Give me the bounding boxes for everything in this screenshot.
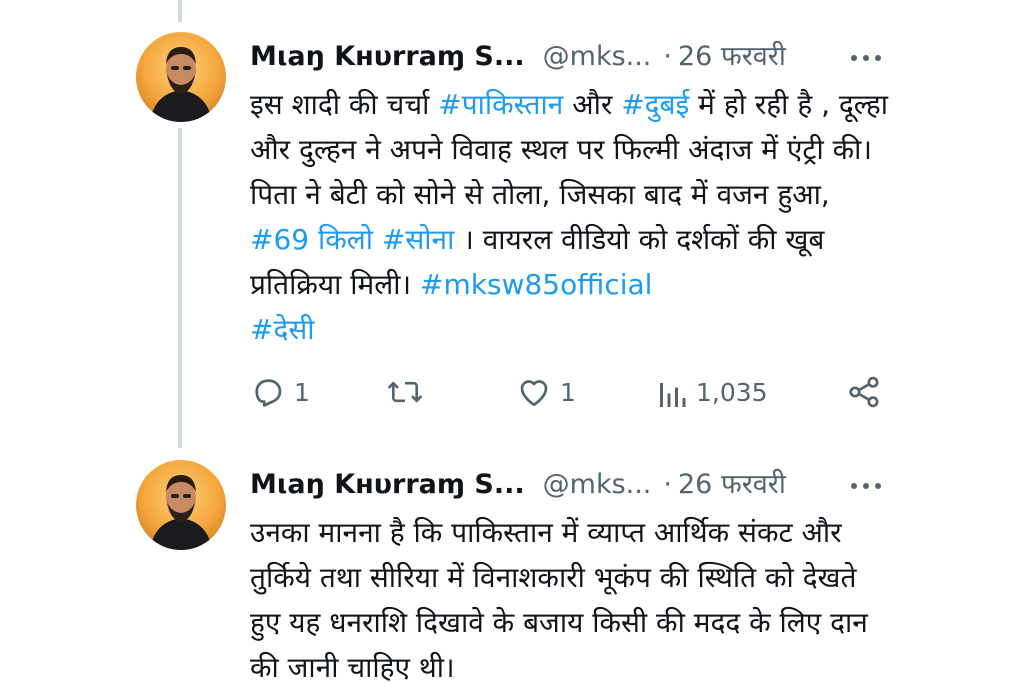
tweet-header: Mιaŋ Kнυrraɱ S... @mks... · 26 फरवरी [250,34,900,80]
hashtag-link[interactable]: #पाकिस्तान [438,88,563,121]
author-handle[interactable]: @mks... [543,41,652,72]
text-segment: और [563,88,622,121]
hashtag-link[interactable]: #देसी [250,313,315,346]
views-button[interactable]: 1,035 [656,370,768,414]
separator-dot: · [663,469,672,500]
like-button[interactable]: 1 [516,370,576,414]
retweet-icon [387,381,423,403]
tweet-date[interactable]: 26 फरवरी [678,41,786,72]
view-count: 1,035 [696,377,768,407]
thread-line [178,128,182,448]
heart-icon [520,380,548,407]
reply-button[interactable]: 1 [250,370,310,414]
more-options-button[interactable] [846,42,886,74]
author-handle[interactable]: @mks... [543,469,652,500]
avatar[interactable] [136,32,226,122]
author-name[interactable]: Mιaŋ Kнυrraɱ S... [250,469,525,500]
avatar[interactable] [136,460,226,550]
author-name[interactable]: Mιaŋ Kнυrraɱ S... [250,41,525,72]
tweet-header: Mιaŋ Kнυrraɱ S... @mks... · 26 फरवरी [250,462,900,508]
retweet-button[interactable] [386,370,432,414]
more-options-icon [851,55,881,61]
tweet-date[interactable]: 26 फरवरी [678,469,786,500]
share-icon [849,376,879,408]
more-options-button[interactable] [846,470,886,502]
tweet-text: इस शादी की चर्चा #पाकिस्तान और #दुबई में… [250,82,890,352]
reply-icon [255,379,282,407]
hashtag-link[interactable]: #mksw85official [420,268,652,301]
hashtag-link[interactable]: #सोना [382,223,454,256]
thread-line-top [178,0,182,22]
reply-count: 1 [294,377,310,407]
hashtag-link[interactable]: #दुबई [621,88,689,121]
text-segment: इस शादी की चर्चा [250,88,439,121]
views-icon [660,383,686,407]
like-count: 1 [560,377,576,407]
separator-dot: · [663,41,672,72]
hashtag-link[interactable]: #69 किलो [250,223,373,256]
text-segment [373,223,382,256]
tweet-text: उनका मानना है कि पाकिस्तान में व्याप्त आ… [250,516,868,683]
share-button[interactable] [846,370,882,414]
more-options-icon [851,483,881,489]
tweet-actions: 1 1 1,035 [250,370,900,414]
